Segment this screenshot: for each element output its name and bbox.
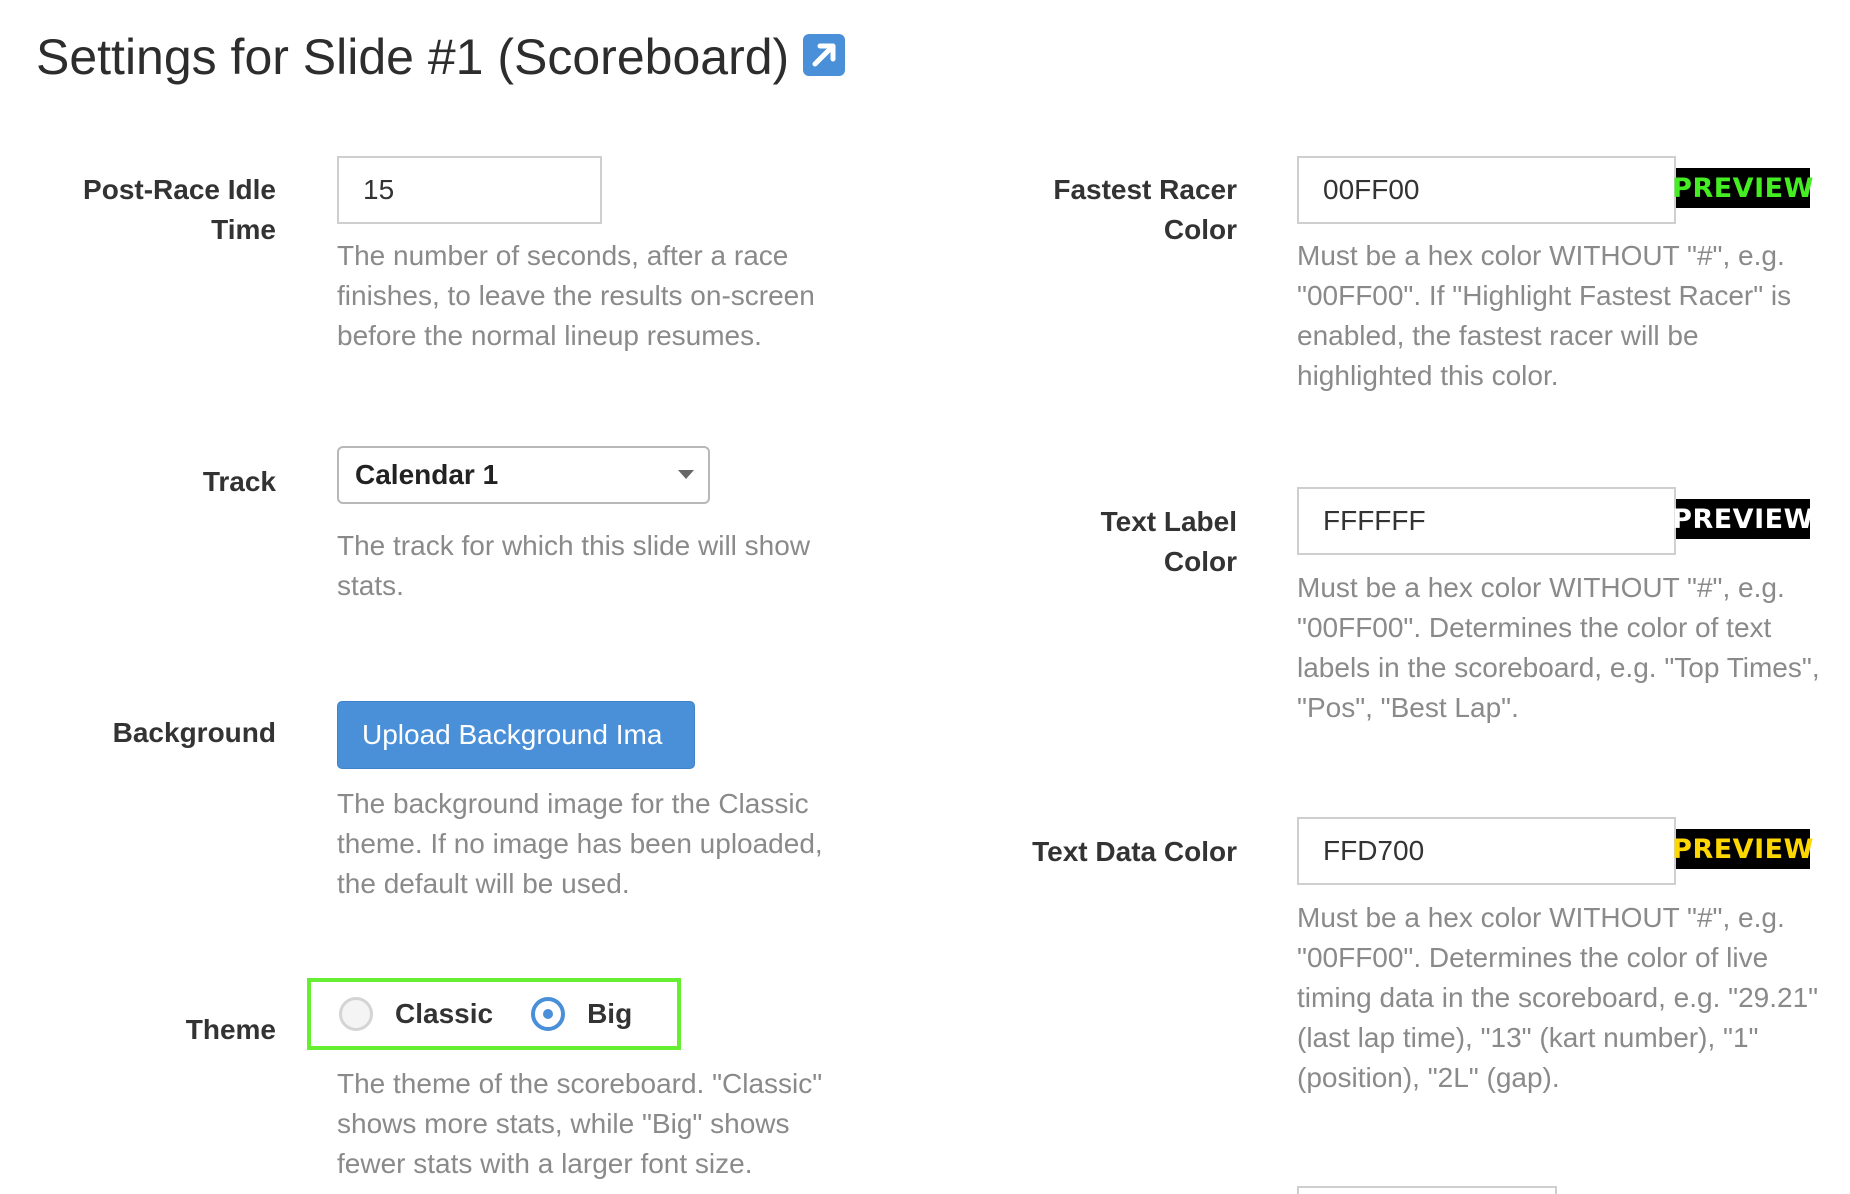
- text-data-color-label: Text Data Color: [1032, 836, 1237, 867]
- text-data-color-help: Must be a hex color WITHOUT "#", e.g. "0…: [1297, 902, 1819, 1093]
- page-title: Settings for Slide #1 (Scoreboard): [36, 28, 846, 86]
- fastest-racer-color-label: Fastest Racer Color: [1053, 174, 1237, 245]
- theme-big-label[interactable]: Big: [587, 998, 632, 1030]
- theme-label: Theme: [185, 1014, 276, 1045]
- text-label-color-input[interactable]: FFFFFF: [1297, 487, 1676, 555]
- theme-big-radio[interactable]: [531, 997, 566, 1031]
- page-title-text: Settings for Slide #1 (Scoreboard): [36, 29, 790, 85]
- idle-time-help: The number of seconds, after a race fini…: [337, 240, 815, 351]
- track-label: Track: [202, 466, 276, 497]
- theme-classic-label[interactable]: Classic: [395, 998, 493, 1030]
- text-data-color-input[interactable]: FFD700: [1297, 817, 1676, 885]
- theme-help: The theme of the scoreboard. "Classic" s…: [337, 1068, 823, 1179]
- fastest-racer-color-input[interactable]: 00FF00: [1297, 156, 1676, 224]
- fastest-racer-color-preview: PREVIEW: [1672, 168, 1813, 208]
- next-field-input-partial[interactable]: [1297, 1186, 1557, 1194]
- upload-background-button[interactable]: Upload Background Ima: [337, 701, 695, 769]
- idle-time-input[interactable]: 15: [337, 156, 602, 224]
- background-label: Background: [112, 717, 276, 748]
- idle-time-label: Post-Race Idle Time: [83, 174, 276, 245]
- text-label-color-label: Text Label Color: [1100, 506, 1237, 577]
- track-help: The track for which this slide will show…: [337, 530, 811, 601]
- text-data-color-preview: PREVIEW: [1672, 829, 1813, 869]
- theme-radio-group: Classic Big: [307, 978, 681, 1050]
- theme-classic-radio[interactable]: [339, 997, 373, 1031]
- fastest-racer-color-help: Must be a hex color WITHOUT "#", e.g. "0…: [1297, 240, 1792, 391]
- chevron-down-icon: [678, 470, 694, 479]
- background-help: The background image for the Classic the…: [337, 788, 823, 899]
- text-label-color-help: Must be a hex color WITHOUT "#", e.g. "0…: [1297, 572, 1820, 723]
- track-select[interactable]: Calendar 1: [337, 446, 710, 504]
- external-link-icon[interactable]: [803, 34, 846, 76]
- text-label-color-preview: PREVIEW: [1672, 499, 1813, 539]
